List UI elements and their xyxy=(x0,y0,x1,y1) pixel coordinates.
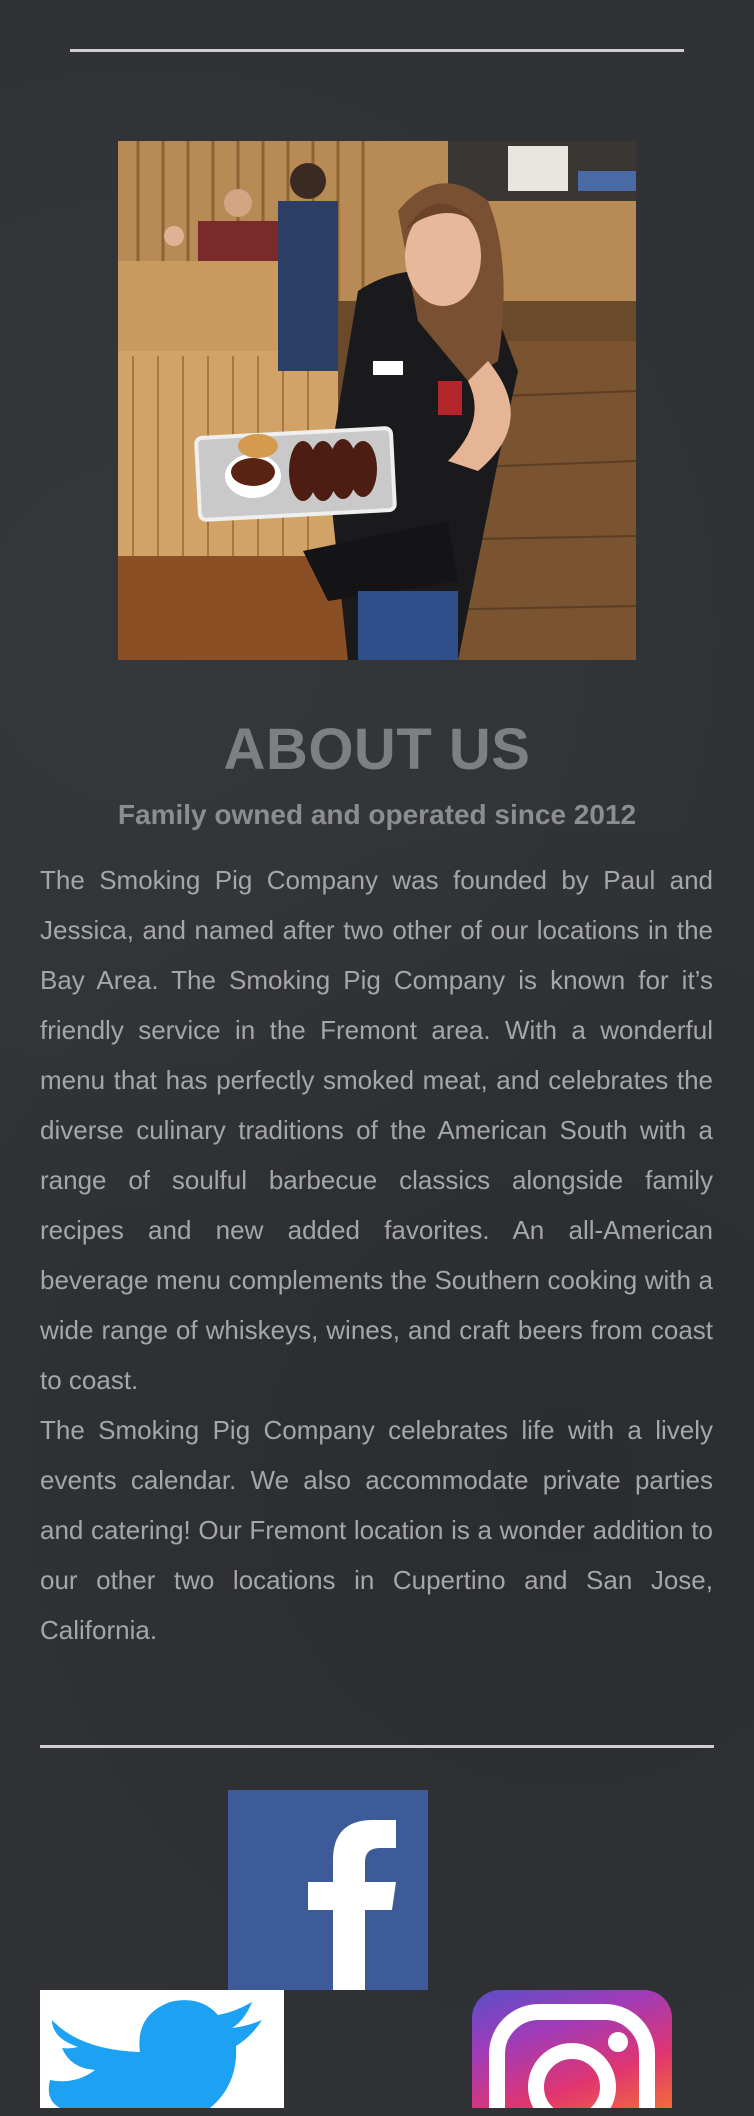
bottom-divider xyxy=(40,1745,714,1748)
top-divider xyxy=(70,49,684,52)
facebook-icon xyxy=(308,1820,396,1990)
restaurant-photo xyxy=(118,141,636,660)
twitter-link[interactable] xyxy=(40,1990,284,2108)
about-title: ABOUT US xyxy=(223,717,531,782)
about-paragraph: The Smoking Pig Company celebrates life … xyxy=(40,1415,713,1645)
facebook-link[interactable] xyxy=(228,1790,428,1990)
about-body: The Smoking Pig Company was founded by P… xyxy=(40,855,713,1655)
twitter-icon xyxy=(48,2000,262,2108)
instagram-icon xyxy=(489,2004,655,2108)
instagram-link[interactable] xyxy=(472,1990,672,2108)
about-subtitle: Family owned and operated since 2012 xyxy=(117,799,637,830)
about-paragraph: The Smoking Pig Company was founded by P… xyxy=(40,865,713,1395)
